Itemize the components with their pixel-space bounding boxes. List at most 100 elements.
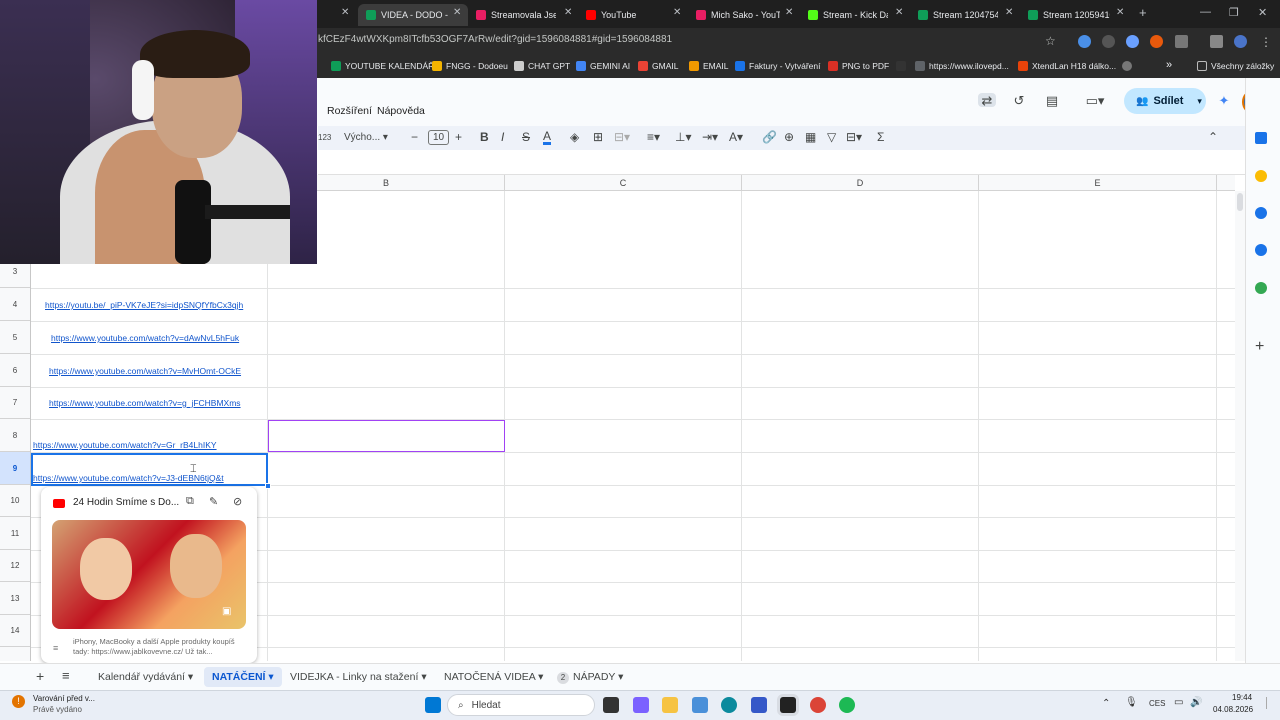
link-preview-card[interactable]: 24 Hodin Smíme s Do... ⧉ ✎ ⊘ ▣ ≡ iPhony,… bbox=[41, 487, 257, 663]
video-thumbnail[interactable]: ▣ bbox=[52, 520, 246, 629]
bookmark[interactable]: GEMINI AI bbox=[576, 61, 630, 71]
spotify-icon[interactable] bbox=[839, 697, 855, 713]
close-tab-icon[interactable]: ✕ bbox=[673, 7, 681, 18]
sheet-tab[interactable]: NATOČENÁ VIDEA ▾ bbox=[444, 671, 543, 683]
calendar-icon[interactable] bbox=[1255, 132, 1267, 144]
chart-icon[interactable]: ▦ bbox=[805, 130, 816, 144]
close-tab-icon[interactable]: ✕ bbox=[1116, 7, 1124, 18]
browser-tab[interactable]: Stream 12059410 bbox=[1028, 4, 1110, 26]
weather-widget[interactable]: ! Varování před v... Právě vydáno bbox=[12, 694, 102, 718]
meet-icon[interactable]: ▭▾ bbox=[1080, 93, 1110, 108]
font-select[interactable]: Výcho... ▾ bbox=[344, 132, 388, 143]
contacts-icon[interactable] bbox=[1255, 244, 1267, 256]
strikethrough-button[interactable]: S bbox=[522, 130, 530, 144]
font-size-input[interactable]: 10 bbox=[428, 130, 449, 145]
row-header-selected[interactable]: 9 bbox=[0, 452, 30, 485]
row-header[interactable]: 8 bbox=[0, 419, 30, 452]
bookmark[interactable]: Faktury - Vytváření bbox=[735, 61, 820, 71]
picture-in-picture-icon[interactable]: ▣ bbox=[222, 606, 231, 617]
url-field[interactable]: kfCEzF4wtWXKpm8ITcfb53OGF7ArRw/edit?gid=… bbox=[318, 34, 672, 45]
show-mode-icon[interactable]: ⇄ bbox=[978, 93, 996, 108]
network-icon[interactable]: ▭ bbox=[1174, 697, 1183, 708]
bookmark-star-icon[interactable]: ☆ bbox=[1045, 34, 1056, 48]
all-bookmarks[interactable]: Všechny záložky bbox=[1197, 61, 1274, 71]
wrap-icon[interactable]: ⇥▾ bbox=[702, 130, 718, 144]
unlink-icon[interactable]: ⊘ bbox=[233, 495, 242, 508]
copilot-icon[interactable] bbox=[633, 697, 649, 713]
cell-link[interactable]: https://youtu.be/_piP-VK7eJE?si=idpSNQfY… bbox=[45, 300, 243, 310]
close-tab-icon[interactable]: ✕ bbox=[895, 7, 903, 18]
copy-icon[interactable]: ⧉ bbox=[186, 495, 194, 508]
bookmark[interactable] bbox=[896, 61, 910, 71]
show-desktop[interactable] bbox=[1266, 697, 1274, 709]
microphone-icon[interactable]: 🎙 bbox=[1125, 697, 1138, 708]
active-cell[interactable] bbox=[31, 453, 268, 486]
column-header-d[interactable]: D bbox=[742, 175, 979, 191]
formula-bar[interactable] bbox=[318, 150, 1245, 175]
edit-icon[interactable]: ✎ bbox=[209, 495, 218, 508]
bookmark[interactable] bbox=[1122, 61, 1136, 71]
bookmark[interactable]: CHAT GPT bbox=[514, 61, 570, 71]
row-header[interactable]: 12 bbox=[0, 550, 30, 582]
functions-button[interactable]: Σ bbox=[877, 130, 884, 144]
sheet-tab[interactable]: VIDEJKA - Linky na stažení ▾ bbox=[290, 671, 427, 683]
row-header[interactable]: 6 bbox=[0, 354, 30, 387]
browser-tab[interactable]: Stream 12047540 bbox=[918, 4, 998, 26]
browser-tab[interactable]: Stream - Kick Day bbox=[808, 4, 888, 26]
row-header[interactable]: 7 bbox=[0, 387, 30, 419]
cell-link[interactable]: https://www.youtube.com/watch?v=Gr_rB4Lh… bbox=[33, 440, 217, 450]
filter-views-icon[interactable]: ⊟▾ bbox=[846, 130, 862, 144]
windows-start-icon[interactable] bbox=[425, 697, 441, 713]
tasks-icon[interactable] bbox=[1255, 207, 1267, 219]
all-sheets-icon[interactable]: ≡ bbox=[62, 668, 70, 683]
cell-link[interactable]: https://www.youtube.com/watch?v=MvHOmt-O… bbox=[49, 366, 241, 376]
browser-tab[interactable]: Streamovala Jsem bbox=[476, 4, 556, 26]
sheet-tab-active[interactable]: NATÁČENÍ ▾ bbox=[204, 667, 282, 687]
chevron-down-icon[interactable]: ▾ bbox=[1197, 96, 1202, 107]
close-tab-icon[interactable]: ✕ bbox=[341, 7, 349, 18]
close-window-icon[interactable]: ✕ bbox=[1258, 6, 1267, 19]
extension-icon[interactable] bbox=[1150, 35, 1163, 48]
column-header-e[interactable]: E bbox=[979, 175, 1217, 191]
font-decrease-button[interactable]: − bbox=[411, 130, 418, 144]
bookmark[interactable]: EMAIL bbox=[689, 61, 729, 71]
menu-extensions[interactable]: Rozšíření bbox=[327, 105, 372, 117]
bookmark[interactable]: GMAIL bbox=[638, 61, 678, 71]
fill-handle[interactable] bbox=[265, 483, 271, 489]
column-header-c[interactable]: C bbox=[505, 175, 742, 191]
more-bookmarks[interactable]: » bbox=[1166, 59, 1172, 71]
filter-icon[interactable]: ▽ bbox=[827, 130, 836, 144]
bookmark[interactable]: PNG to PDF bbox=[828, 61, 889, 71]
row-header[interactable]: 3 bbox=[0, 264, 30, 288]
taskbar-search[interactable]: ⌕ Hledat bbox=[447, 694, 595, 716]
close-tab-icon[interactable]: ✕ bbox=[785, 7, 793, 18]
extensions-puzzle-icon[interactable] bbox=[1175, 35, 1188, 48]
chrome-icon[interactable] bbox=[810, 697, 826, 713]
tray-chevron-icon[interactable]: ⌃ bbox=[1102, 698, 1110, 709]
cell-link[interactable]: https://www.youtube.com/watch?v=g_jFCHBM… bbox=[49, 398, 241, 408]
extension-icon[interactable] bbox=[1102, 35, 1115, 48]
row-header[interactable]: 11 bbox=[0, 517, 30, 550]
font-increase-button[interactable]: + bbox=[455, 130, 462, 144]
task-view-icon[interactable] bbox=[603, 697, 619, 713]
number-format-button[interactable]: 123 bbox=[318, 133, 331, 142]
more-vert-icon[interactable]: ⋮ bbox=[1260, 35, 1272, 49]
bookmark[interactable]: XtendLan H18 dálko... bbox=[1018, 61, 1116, 71]
volume-icon[interactable]: 🔊 bbox=[1190, 697, 1202, 708]
app-icon[interactable] bbox=[751, 697, 767, 713]
row-header[interactable]: 4 bbox=[0, 288, 30, 321]
browser-tab[interactable]: Mich Sako - YouTu bbox=[696, 4, 780, 26]
language-indicator[interactable]: CES bbox=[1149, 699, 1165, 708]
extension-icon[interactable] bbox=[1126, 35, 1139, 48]
scrollbar-thumb[interactable] bbox=[1237, 193, 1243, 211]
link-icon[interactable]: 🔗 bbox=[762, 130, 777, 144]
bookmark[interactable]: YOUTUBE KALENDÁŘ bbox=[331, 61, 434, 71]
sheet-tab[interactable]: Kalendář vydávání ▾ bbox=[98, 671, 193, 683]
close-tab-icon[interactable]: ✕ bbox=[1005, 7, 1013, 18]
extension-icon[interactable] bbox=[1078, 35, 1091, 48]
row-header[interactable]: 13 bbox=[0, 582, 30, 615]
clock-date[interactable]: 04.08.2026 bbox=[1213, 705, 1253, 714]
vertical-scrollbar[interactable] bbox=[1235, 191, 1245, 661]
row-header[interactable]: 14 bbox=[0, 615, 30, 647]
bookmark[interactable]: https://www.ilovepd... bbox=[915, 61, 1009, 71]
